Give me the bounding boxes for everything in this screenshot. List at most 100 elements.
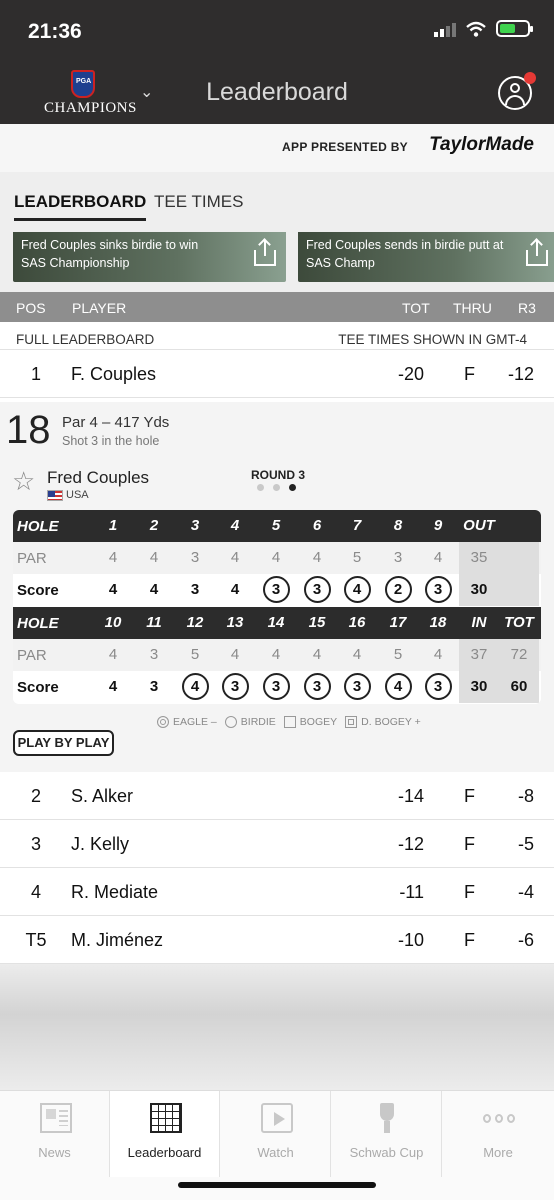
scorecard-cell: 18 [429, 614, 447, 631]
table-row[interactable]: 2 S. Alker -14 F -8 [0, 772, 554, 820]
battery-icon [496, 20, 533, 37]
player-scorecard-panel: 18 Par 4 – 417 Yds Shot 3 in the hole ☆ … [0, 402, 554, 772]
scorecard-cell: 4 [378, 671, 418, 703]
table-row[interactable]: T5 M. Jiménez -10 F -6 [0, 916, 554, 964]
scorecard-cell: 9 [433, 517, 443, 534]
scorecard-cell: 5 [271, 517, 281, 534]
tab-watch[interactable]: Watch [221, 1091, 331, 1177]
birdie-circle: 3 [262, 673, 290, 700]
player-pos: 3 [30, 834, 41, 854]
tab-leaderboard-nav[interactable]: Leaderboard [110, 1091, 220, 1177]
share-icon[interactable] [254, 240, 276, 268]
scorecard-cell [499, 574, 539, 606]
circle-icon [224, 716, 237, 728]
presented-by-text: APP PRESENTED BY [282, 140, 408, 154]
tab-label: More [483, 1145, 513, 1160]
segment-tabs: LEADERBOARD TEE TIMES [0, 172, 554, 232]
scorecard-cell: 4 [230, 549, 240, 566]
scorecard-cell: 4 [433, 646, 443, 663]
video-card[interactable]: Fred Couples sinks birdie to win SAS Cha… [13, 232, 286, 282]
round-dot[interactable] [273, 484, 280, 491]
birdie-circle: 3 [424, 673, 452, 700]
scorecard-cell: 3 [418, 574, 458, 606]
round-dot[interactable] [289, 484, 296, 491]
round-dot[interactable] [257, 484, 264, 491]
tab-schwab-cup[interactable]: Schwab Cup [332, 1091, 442, 1177]
scorecard-cell: 10 [104, 614, 122, 631]
signal-icon [434, 21, 456, 37]
player-r3: -4 [517, 882, 534, 902]
scorecard-cell: 4 [108, 581, 118, 598]
tab-more[interactable]: More [443, 1091, 553, 1177]
round-selector[interactable] [257, 484, 296, 491]
sponsor-logo: TaylorMade [429, 134, 534, 155]
scorecard-cell: 4 [352, 646, 362, 663]
table-row[interactable]: 3 J. Kelly -12 F -5 [0, 820, 554, 868]
player-thru: F [464, 930, 475, 950]
scorecard-cell: 6 [312, 517, 322, 534]
scorecard-cell: 3 [215, 671, 255, 703]
scorecard-cell: 4 [230, 581, 240, 598]
shot-info: Shot 3 in the hole [62, 434, 160, 448]
player-tot: -20 [397, 364, 424, 384]
share-icon[interactable] [526, 240, 548, 268]
scorecard-row-label: HOLE [17, 518, 59, 535]
player-r3: -8 [517, 786, 534, 806]
scorecard-cell: 4 [149, 581, 159, 598]
scorecard-cell: 3 [190, 549, 200, 566]
square-icon [283, 716, 296, 728]
scorecard-cell: 3 [256, 574, 296, 606]
scorecard-cell: 4 [108, 646, 118, 663]
table-row[interactable]: 1 F. Couples -20 F -12 [0, 350, 554, 398]
scorecard-cell: 3 [337, 671, 377, 703]
scorecard-row-label: PAR [17, 647, 47, 664]
player-thru: F [464, 364, 475, 384]
table-row[interactable]: 4 R. Mediate -11 F -4 [0, 868, 554, 916]
star-icon[interactable]: ☆ [12, 466, 35, 497]
scorecard-cell: 3 [297, 671, 337, 703]
trophy-icon [372, 1103, 404, 1133]
scorecard-cell: 4 [271, 549, 281, 566]
player-name: R. Mediate [71, 882, 159, 902]
scorecard-row-label: PAR [17, 550, 47, 567]
tab-label: Leaderboard [127, 1145, 202, 1160]
scorecard-cell: OUT [463, 517, 495, 534]
player-tot: -11 [399, 882, 424, 902]
legend-dbogey: D. BOGEY + [361, 716, 421, 728]
tab-tee-times[interactable]: TEE TIMES [154, 192, 243, 212]
home-indicator[interactable] [178, 1182, 376, 1188]
scorecard-cell: 72 [499, 639, 539, 671]
profile-body-icon [505, 95, 525, 105]
scorecard-par-row: PAR 4 3 5 4 4 4 4 5 4 37 72 [13, 639, 541, 671]
player-pos: 4 [30, 882, 41, 902]
player-tot: -14 [397, 786, 424, 806]
scorecard-cell: 30 [459, 574, 499, 606]
tab-news[interactable]: News [0, 1091, 110, 1177]
scorecard: HOLE 1 2 3 4 5 6 7 8 9 OUT PAR 4 4 3 4 4 4 5 3 4 35 Score 4 4 3 4 3… [13, 510, 541, 704]
scorecard-cell: 14 [267, 614, 285, 631]
score-legend: EAGLE – BIRDIE BOGEY D. BOGEY + [157, 716, 421, 728]
status-time: 21:36 [28, 20, 82, 43]
video-card[interactable]: Fred Couples sends in birdie putt at SAS… [298, 232, 554, 282]
scorecard-cell: 35 [459, 542, 499, 574]
usa-flag-icon [47, 490, 63, 501]
full-leaderboard-row[interactable]: FULL LEADERBOARD TEE TIMES SHOWN IN GMT-… [0, 322, 554, 350]
player-name: J. Kelly [71, 834, 130, 854]
scorecard-score-row: Score 4 4 3 4 3 3 4 2 3 30 [13, 574, 541, 606]
player-thru: F [464, 834, 475, 854]
scorecard-cell: 5 [393, 646, 403, 663]
watch-icon [261, 1103, 293, 1133]
legend-eagle: EAGLE – [173, 716, 217, 728]
scorecard-cell: 12 [186, 614, 204, 631]
profile-button[interactable] [498, 72, 536, 110]
col-thru: THRU [453, 300, 492, 316]
tab-leaderboard[interactable]: LEADERBOARD [14, 192, 147, 221]
round-label: ROUND 3 [251, 468, 306, 482]
player-name: M. Jiménez [71, 930, 164, 950]
scorecard-row-label: Score [17, 679, 59, 696]
scorecard-cell: 4 [230, 517, 240, 534]
sponsor-banner[interactable]: APP PRESENTED BY TaylorMade [0, 124, 554, 172]
scorecard-cell [499, 542, 539, 574]
scorecard-cell: 13 [226, 614, 244, 631]
play-by-play-button[interactable]: PLAY BY PLAY [13, 730, 114, 756]
